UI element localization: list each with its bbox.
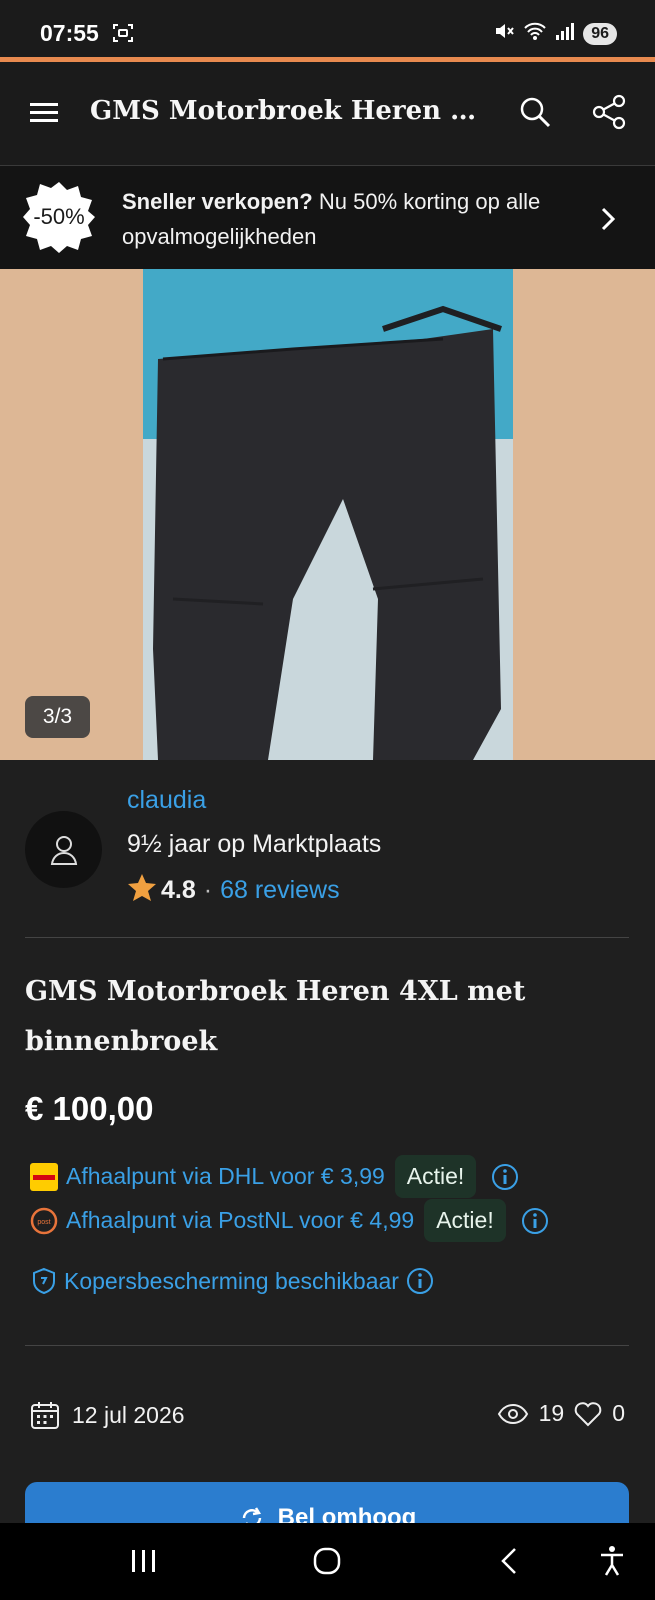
home-button[interactable] — [307, 1541, 347, 1581]
promo-text: Sneller verkopen? Nu 50% korting op alle… — [122, 184, 572, 254]
seller-member-since: 9½ jaar op Marktplaats — [127, 830, 382, 858]
info-icon[interactable] — [520, 1206, 550, 1236]
listing-price: € 100,00 — [25, 1090, 154, 1127]
battery-indicator: 96 — [583, 22, 617, 45]
divider — [25, 1345, 629, 1346]
listing-date: 12 jul 2026 — [30, 1400, 185, 1430]
info-icon[interactable] — [490, 1162, 520, 1192]
seller-name-link[interactable]: claudia — [127, 786, 206, 815]
recent-apps-icon — [132, 1550, 155, 1572]
back-icon — [501, 1548, 516, 1574]
chevron-right-icon — [600, 206, 616, 237]
listing-meta: 12 jul 2026 19 0 — [30, 1400, 625, 1436]
image-gallery[interactable]: 3/3 — [0, 269, 655, 760]
view-count: 19 — [538, 1400, 565, 1426]
dhl-logo-icon — [30, 1162, 58, 1191]
signal-icon — [555, 20, 575, 47]
share-icon — [592, 94, 626, 130]
seller-rating: 4.8 · 68 reviews — [127, 872, 340, 909]
home-icon — [313, 1547, 341, 1575]
postnl-logo-icon: post — [30, 1207, 58, 1234]
app-bar: GMS Motorbroek Heren 4XL met binnenbroek — [0, 62, 655, 166]
shipping-option-text: Afhaalpunt via PostNL voor € 4,99 — [66, 1207, 415, 1233]
screenshot-icon — [112, 22, 134, 49]
rating-value: 4.8 — [161, 876, 196, 904]
share-button[interactable] — [590, 92, 630, 132]
info-icon[interactable] — [405, 1266, 435, 1296]
eye-icon — [497, 1403, 528, 1424]
system-navigation-bar — [0, 1523, 655, 1600]
accessibility-icon — [601, 1546, 623, 1576]
rating-separator: · — [203, 876, 213, 904]
promo-badge: Actie! — [424, 1199, 506, 1242]
listing-date-text: 12 jul 2026 — [72, 1401, 185, 1428]
seller-section: claudia 9½ jaar op Marktplaats 4.8 · 68 … — [0, 760, 655, 938]
promo-banner[interactable]: -50% Sneller verkopen? Nu 50% korting op… — [0, 166, 655, 269]
search-icon — [520, 97, 551, 128]
reviews-link[interactable]: 68 reviews — [220, 876, 340, 905]
shipping-option-text: Afhaalpunt via DHL voor € 3,99 — [66, 1163, 385, 1189]
hamburger-icon — [30, 103, 58, 122]
accessibility-button[interactable] — [592, 1541, 632, 1581]
calendar-icon — [31, 1402, 59, 1429]
promo-text-bold: Sneller verkopen? — [122, 189, 313, 214]
promo-badge: Actie! — [394, 1155, 477, 1198]
recent-apps-button[interactable] — [124, 1541, 164, 1581]
avatar[interactable] — [25, 811, 102, 888]
listing-photo — [143, 269, 513, 760]
divider — [25, 937, 629, 938]
star-icon — [127, 872, 157, 909]
heart-icon[interactable] — [574, 1401, 602, 1427]
discount-badge: -50% — [33, 204, 85, 229]
menu-button[interactable] — [28, 98, 62, 128]
svg-text:post: post — [37, 1219, 50, 1226]
listing-title: GMS Motorbroek Heren 4XL met binnenbroek — [25, 976, 526, 1057]
mute-icon — [493, 20, 515, 47]
app-bar-title: GMS Motorbroek Heren 4XL met binnenbroek — [90, 96, 485, 126]
search-button[interactable] — [515, 92, 555, 132]
buyer-protection-link[interactable]: Kopersbescherming beschikbaar — [30, 1266, 435, 1296]
buyer-protection-text: Kopersbescherming beschikbaar — [64, 1267, 399, 1294]
shipping-option-postnl[interactable]: post Afhaalpunt via PostNL voor € 4,99 A… — [30, 1199, 550, 1242]
favorite-count: 0 — [612, 1400, 625, 1426]
status-bar: 07:55 96 — [0, 0, 655, 58]
wifi-icon — [523, 20, 547, 47]
shield-icon — [33, 1267, 55, 1295]
listing-stats: 19 0 — [497, 1400, 625, 1427]
image-counter: 3/3 — [25, 696, 90, 738]
user-icon — [50, 835, 77, 865]
back-button[interactable] — [490, 1541, 530, 1581]
shipping-option-dhl[interactable]: Afhaalpunt via DHL voor € 3,99 Actie! — [30, 1155, 520, 1198]
status-time: 07:55 — [40, 20, 99, 46]
